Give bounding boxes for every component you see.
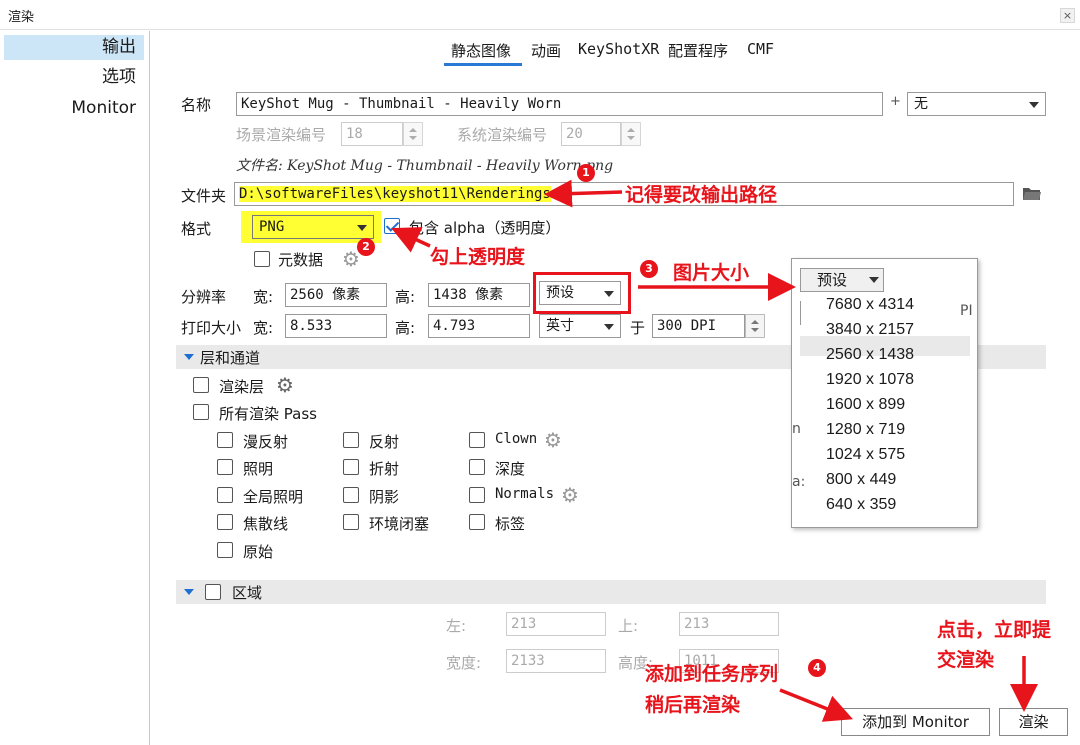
- annotation-note: 图片大小: [673, 262, 750, 284]
- arrow-add-monitor: [779, 688, 853, 722]
- arrow-alpha: [391, 227, 431, 253]
- annotation-badge: 3: [640, 260, 658, 278]
- annotation-note: 添加到任务序列: [645, 663, 779, 685]
- annotation-note: 交渲染: [937, 649, 995, 671]
- arrow-folder: [544, 179, 623, 208]
- annotation-badge: 1: [577, 164, 595, 182]
- annotation-note: 记得要改输出路径: [625, 184, 778, 206]
- annotation-note: 点击，立即提: [937, 619, 1052, 641]
- annotation-badge: 2: [357, 238, 375, 256]
- annotation-note: 勾上透明度: [430, 246, 526, 268]
- annotation-arrows: [391, 179, 1038, 722]
- annotation-note: 稍后再渲染: [645, 694, 741, 716]
- annotation-badge: 4: [808, 659, 826, 677]
